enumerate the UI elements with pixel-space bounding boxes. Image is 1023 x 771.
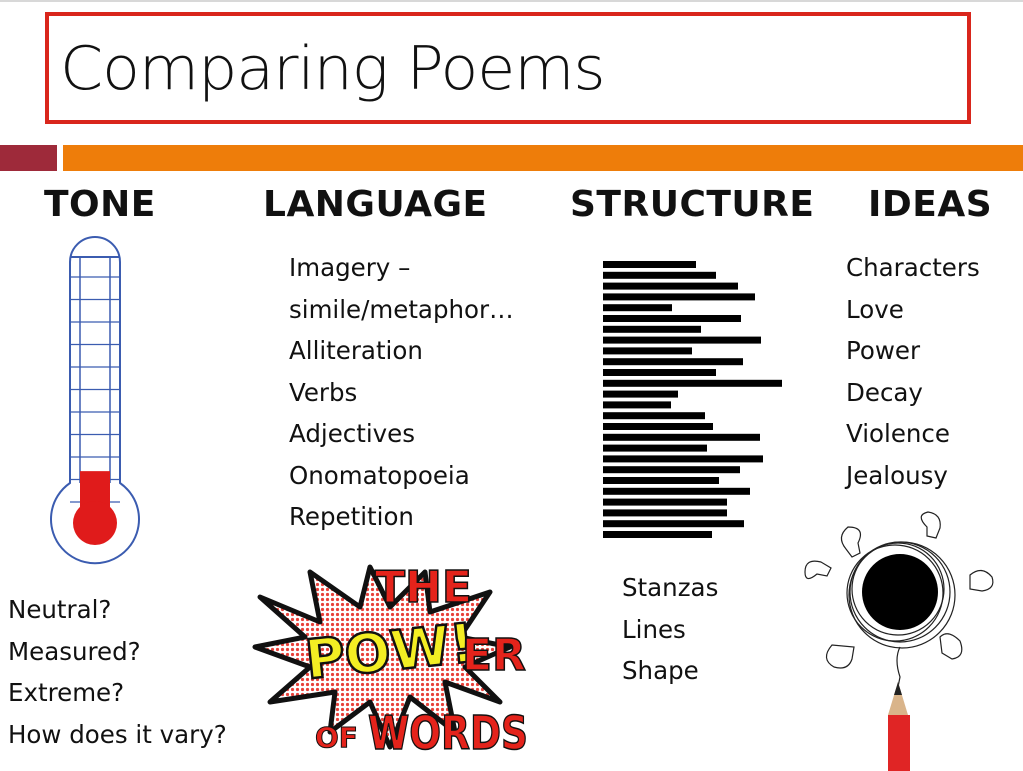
structure-line [603,412,705,420]
structure-line [603,531,712,538]
lightbulb-icon [920,511,941,539]
top-divider [0,0,1023,2]
heading-tone: TONE [44,184,156,225]
structure-line [603,466,740,474]
structure-line [603,498,727,506]
structure-line [603,455,763,463]
image-text-er: ER [462,630,526,681]
tone-question: How does it vary? [8,719,227,749]
ideas-item: Characters [846,253,980,282]
ideas-list: Characters Love Power Decay Violence Jea… [846,247,980,496]
structure-line [603,293,755,301]
structure-line [603,433,760,441]
ideas-item: Decay [846,377,923,407]
accent-bar-orange [63,145,1023,171]
slide-title: Comparing Poems [60,34,606,104]
language-item: Onomatopoeia [289,460,470,490]
power-of-words-image: THE POW! ER OF WORDS [252,561,529,761]
image-text-words: WORDS [368,706,528,760]
accent-bar-maroon [0,145,57,171]
pencil-body [888,715,910,771]
lightbulb-icon [969,569,994,592]
structure-line [603,271,716,279]
thermometer-icon [50,236,140,565]
thermometer-bulb [73,501,117,545]
image-text-of: OF [315,721,358,754]
structure-item: Stanzas [622,573,719,602]
structure-line [603,477,719,484]
heading-ideas: IDEAS [868,184,993,225]
language-list: Imagery – simile/metaphor… Alliteration … [289,247,514,538]
heading-language: LANGUAGE [263,184,488,225]
structure-line [603,358,743,366]
language-item: simile/metaphor… [289,294,514,324]
lightbulb-icon [840,526,861,558]
image-text-the: THE [375,562,472,613]
structure-line [603,401,671,409]
structure-line [603,261,696,268]
tone-question: Neutral? [8,595,112,624]
heading-structure: STRUCTURE [570,184,815,225]
ideas-pencil-image [804,511,994,771]
structure-line [603,325,701,333]
language-item: Imagery – [289,253,411,282]
language-item: Verbs [289,377,358,407]
structure-line [603,509,727,517]
structure-item: Shape [622,656,699,685]
structure-line [603,282,738,290]
ideas-item: Jealousy [846,460,948,490]
language-item: Adjectives [289,419,415,448]
structure-line [603,520,744,528]
structure-line [603,315,741,322]
structure-line [603,347,692,355]
structure-line [603,444,707,452]
structure-line [603,369,716,376]
structure-line [603,336,761,344]
structure-line [603,487,750,495]
tone-question: Measured? [8,636,141,666]
ideas-item: Violence [846,419,950,448]
structure-list: Stanzas Lines Shape [622,567,718,692]
language-item: Alliteration [289,336,423,365]
structure-line [603,390,678,398]
tone-questions: Neutral? Measured? Extreme? How does it … [8,589,227,755]
structure-line [603,423,713,430]
ideas-item: Power [846,336,921,365]
structure-item: Lines [622,614,686,644]
tone-question: Extreme? [8,678,125,707]
structure-line [603,379,782,387]
ink-circle [862,554,938,630]
lightbulb-icon [939,633,963,660]
structure-lines-graphic [603,261,782,538]
language-item: Repetition [289,502,414,531]
structure-line [603,304,672,312]
lightbulb-icon [825,644,855,669]
ideas-item: Love [846,294,904,324]
lightbulb-icon [804,560,832,580]
